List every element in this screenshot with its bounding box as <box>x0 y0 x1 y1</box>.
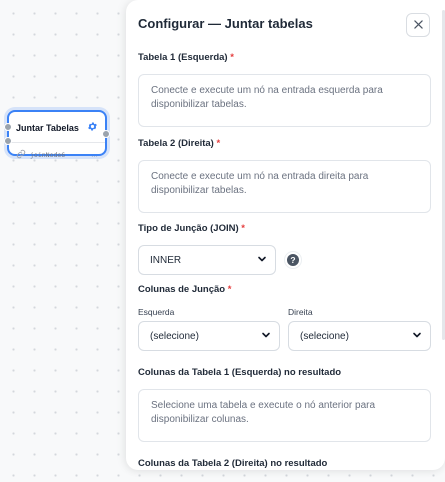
table2-label: Tabela 2 (Direita) * <box>138 138 220 149</box>
chevron-down-icon <box>257 254 267 267</box>
required-mark: * <box>227 284 232 295</box>
svg-text:?: ? <box>290 255 295 265</box>
link-icon <box>16 146 26 164</box>
right-column-value: (selecione) <box>300 330 349 342</box>
chevron-down-icon <box>412 330 422 343</box>
left-column-label: Esquerda <box>138 307 175 317</box>
required-mark: * <box>230 52 234 63</box>
join-columns-label-text: Colunas de Junção <box>138 284 226 295</box>
right-column-label: Direita <box>288 307 313 317</box>
help-icon[interactable]: ? <box>284 251 302 269</box>
required-mark: * <box>216 138 221 149</box>
panel-title: Configurar — Juntar tabelas <box>138 16 313 31</box>
table1-label: Tabela 1 (Esquerda) * <box>138 52 234 63</box>
result-cols-2-label: Colunas da Tabela 2 (Direita) no resulta… <box>138 458 328 469</box>
join-type-value: INNER <box>150 254 182 266</box>
close-icon <box>413 16 423 34</box>
left-column-select[interactable]: (selecione) <box>138 321 280 351</box>
result-cols-1-message: Selecione uma tabela e execute o nó ante… <box>138 389 431 442</box>
table1-message: Conecte e execute um nó na entrada esque… <box>138 74 431 127</box>
gear-icon[interactable] <box>87 119 98 137</box>
output-handle[interactable] <box>102 130 110 138</box>
table2-message: Conecte e execute um nó na entrada direi… <box>138 160 431 213</box>
input-handle-right[interactable] <box>4 137 12 145</box>
join-type-select[interactable]: INNER <box>138 245 276 275</box>
left-column-value: (selecione) <box>150 330 199 342</box>
join-type-label-text: Tipo de Junção (JOIN) <box>138 223 239 234</box>
required-mark: * <box>241 223 245 234</box>
config-panel: Configurar — Juntar tabelas Tabela 1 (Es… <box>126 0 445 470</box>
node-title: Juntar Tabelas <box>16 123 79 133</box>
join-columns-label: Colunas de Junção * <box>138 284 231 295</box>
node-id: joinNode6 <box>30 151 66 159</box>
node-more[interactable]: … <box>91 152 98 159</box>
table1-label-text: Tabela 1 (Esquerda) <box>138 52 228 63</box>
chevron-down-icon <box>261 330 271 343</box>
join-tables-node[interactable]: Juntar Tabelas joinNode6 … <box>4 110 110 159</box>
table2-label-text: Tabela 2 (Direita) <box>138 138 214 149</box>
input-handle-left[interactable] <box>4 123 12 131</box>
result-cols-1-label: Colunas da Tabela 1 (Esquerda) no result… <box>138 367 342 378</box>
close-button[interactable] <box>406 13 430 37</box>
join-type-label: Tipo de Junção (JOIN) * <box>138 223 245 234</box>
right-column-select[interactable]: (selecione) <box>288 321 431 351</box>
